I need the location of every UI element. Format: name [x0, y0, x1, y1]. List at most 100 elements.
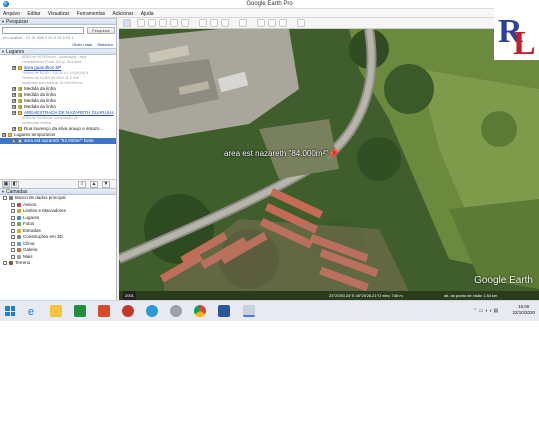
ruler-icon — [18, 99, 22, 103]
system-tray: ⌃ ▭ ◖ ◗ ▤ 16:00 22/10/2020 — [473, 303, 535, 319]
up-arrow-icon: ▲ — [91, 181, 97, 187]
add-path-button[interactable] — [159, 19, 167, 27]
google-earth-taskbar-icon[interactable] — [243, 305, 255, 317]
search-button[interactable]: Pesquisar — [87, 27, 115, 34]
place-checkbox[interactable] — [12, 65, 16, 71]
layer-checkbox[interactable] — [11, 235, 15, 239]
menu-ferramentas[interactable]: Ferramentas — [74, 9, 108, 17]
place-checkbox[interactable] — [12, 110, 16, 116]
excel-icon[interactable] — [74, 305, 86, 317]
place-item[interactable]: área guarulhos SP — [0, 65, 116, 71]
place-checkbox[interactable] — [12, 138, 16, 144]
add-overlay-button[interactable] — [170, 19, 178, 27]
place-item[interactable]: area est nazareth "84.000m²" fonte — [0, 138, 116, 144]
get-directions-link[interactable]: Obter rotas — [72, 42, 92, 47]
add-placemark-button[interactable] — [137, 19, 145, 27]
hide-sidebar-button[interactable] — [123, 19, 131, 27]
placemark-label[interactable]: area est nazareth "84.000m²" — [224, 149, 328, 158]
menu-ajuda[interactable]: Ajuda — [138, 9, 157, 17]
office-icon[interactable] — [98, 305, 110, 317]
edge-browser-icon[interactable]: e — [26, 305, 38, 318]
layer-checkbox[interactable] — [11, 254, 15, 259]
word-icon[interactable] — [218, 305, 230, 317]
place-checkbox[interactable] — [12, 92, 16, 98]
layer-checkbox[interactable] — [11, 228, 15, 233]
planets-button[interactable] — [221, 19, 229, 27]
sunlight-button[interactable] — [210, 19, 218, 27]
place-label: AREAESTRADA DE NAZARETH GUARULH — [24, 110, 114, 115]
search-panel-header[interactable]: Pesquisar — [0, 18, 116, 25]
layer-checkbox[interactable] — [11, 248, 15, 252]
app-icon[interactable] — [170, 305, 182, 317]
place-checkbox[interactable] — [12, 86, 16, 92]
tray-icons[interactable]: ⌃ ▭ ◖ ◗ ▤ — [473, 308, 498, 314]
satellite-imagery — [119, 29, 539, 300]
edge-new-icon[interactable] — [146, 305, 158, 317]
place-checkbox[interactable] — [12, 126, 16, 132]
search-input[interactable] — [2, 27, 84, 34]
layer-checkbox[interactable] — [3, 261, 7, 265]
layer-icon — [17, 228, 21, 233]
menu-visualizar[interactable]: Visualizar — [45, 9, 73, 17]
layer-checkbox[interactable] — [11, 209, 15, 213]
layer-icon — [17, 222, 21, 226]
print-button[interactable] — [268, 19, 276, 27]
place-checkbox[interactable] — [2, 132, 6, 138]
save-image-button[interactable] — [279, 19, 287, 27]
layer-icon — [9, 196, 13, 200]
folder-icon — [8, 133, 12, 137]
layer-checkbox[interactable] — [11, 222, 15, 226]
menu-arquivo[interactable]: Arquivo — [0, 9, 23, 17]
layer-checkbox[interactable] — [11, 215, 15, 220]
chrome-icon[interactable] — [194, 305, 206, 317]
menu-editar[interactable]: Editar — [24, 9, 43, 17]
place-item[interactable]: AREAESTRADA DE NAZARETH GUARULH — [0, 110, 116, 116]
email-button[interactable] — [257, 19, 265, 27]
ruler-button[interactable] — [239, 19, 247, 27]
layer-icon — [17, 254, 21, 259]
map-status-bar: 2001 23°23'50.24"S 46°26'26.21"O elev. 7… — [119, 291, 539, 300]
map-toolbar — [119, 18, 539, 29]
move-up-button[interactable]: ▲ — [90, 181, 98, 188]
layer-checkbox[interactable] — [11, 241, 15, 246]
clock[interactable]: 16:00 22/10/2020 — [512, 304, 535, 316]
opera-icon[interactable] — [122, 305, 134, 317]
place-label: area est nazareth "84.000m²" fonte — [24, 138, 94, 143]
file-explorer-icon[interactable] — [50, 305, 62, 317]
layer-item[interactable]: Terreno — [0, 260, 116, 267]
windows-start-icon[interactable] — [5, 306, 15, 316]
layer-label: Terreno — [15, 260, 31, 265]
move-down-button[interactable]: ▼ — [102, 181, 110, 188]
search-places-button[interactable]: ⌕ — [78, 181, 86, 188]
layer-icon — [9, 261, 13, 265]
places-panel-header[interactable]: Lugares — [0, 48, 116, 55]
title-bar: Google Earth Pro — [0, 0, 539, 9]
places-toolbar: ▣ ◧ ⌕ ▲ ▼ — [0, 179, 116, 188]
ruler-icon — [18, 93, 22, 97]
layers-tree: Banco de dados principal Avisos Limites e … — [0, 195, 116, 295]
sidebar: Pesquisar Pesquisar em análise - 41 91 3… — [0, 18, 117, 300]
record-tour-button[interactable] — [181, 19, 189, 27]
layer-icon — [17, 202, 21, 207]
svg-text:L: L — [513, 25, 536, 60]
placemark-pin-icon[interactable]: 📌 — [327, 149, 339, 160]
layer-checkbox[interactable] — [11, 202, 15, 207]
menu-adicionar[interactable]: Adicionar — [110, 9, 137, 17]
view-in-maps-button[interactable] — [297, 19, 305, 27]
polygon-icon — [18, 139, 22, 143]
layer-icon — [17, 209, 21, 213]
historical-imagery-button[interactable] — [199, 19, 207, 27]
layer-icon — [17, 248, 21, 252]
layers-panel-header[interactable]: Camadas — [0, 188, 116, 195]
add-polygon-button[interactable] — [148, 19, 156, 27]
place-checkbox[interactable] — [12, 98, 16, 104]
map-view[interactable]: area est nazareth "84.000m²" 📌 Google Ea… — [119, 29, 539, 300]
layer-checkbox[interactable] — [3, 196, 7, 200]
panel-toggle-button-2[interactable]: ◧ — [11, 181, 19, 188]
rl-logo: R L — [494, 0, 539, 62]
history-link[interactable]: Histórico — [97, 42, 113, 47]
places-tree: AREA de 90,000m²m² - localização - está L… — [0, 55, 116, 179]
place-checkbox[interactable] — [12, 104, 16, 110]
place-label: área guarulhos SP — [24, 65, 62, 70]
panel-toggle-button[interactable]: ▣ — [2, 181, 10, 188]
